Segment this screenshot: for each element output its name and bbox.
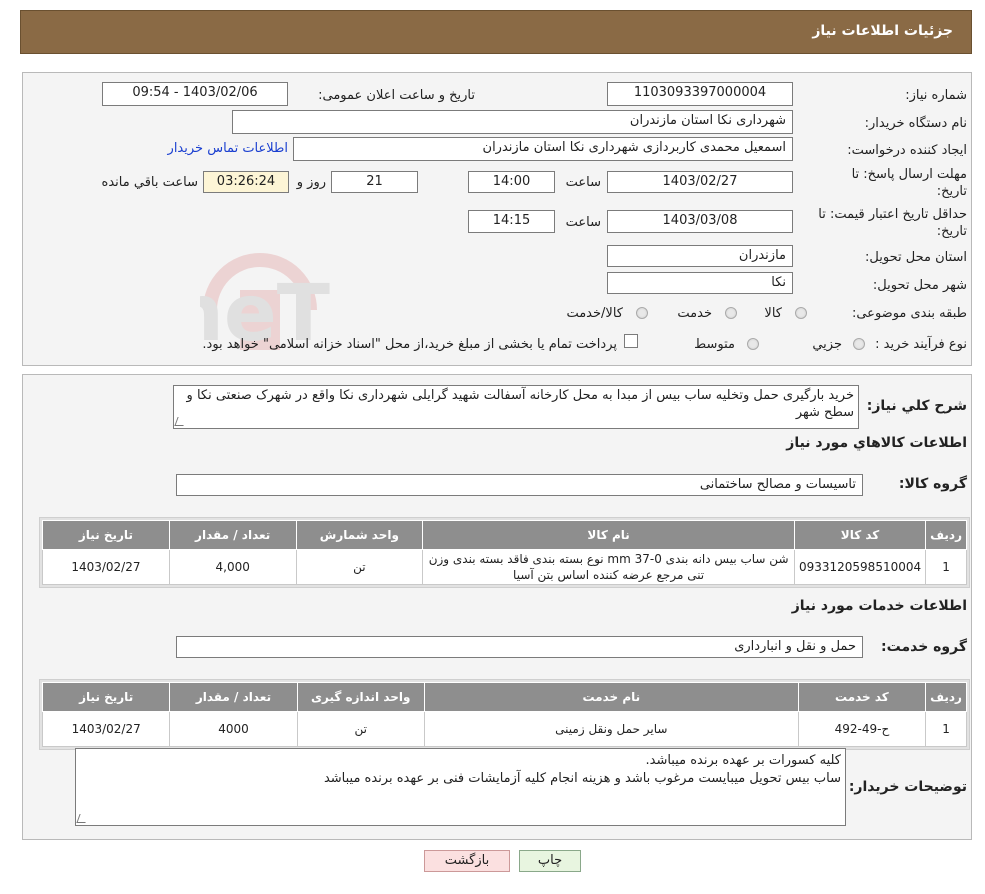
category-radio-goods[interactable] [795,307,807,319]
creator-label: ایجاد کننده درخواست: [847,143,967,158]
cell-row: 1 [925,549,967,585]
table-row: 1 ح-49-492 سایر حمل ونقل زمینی تن 4000 1… [41,711,967,747]
remaining-time-field: 03:26:24 [203,171,289,193]
creator-field: اسمعیل محمدی کاربردازی شهرداری نکا استان… [293,137,793,161]
description-field: خرید بارگیری حمل وتخلیه ساب بیس از مبدا … [173,385,859,429]
col-qty: تعداد / مقدار [168,520,297,550]
col-date: تاریخ نیاز [41,682,171,712]
process-radio-minor[interactable] [853,338,865,350]
col-name: نام کالا [422,520,795,550]
resize-handle[interactable] [76,814,89,823]
col-qty: تعداد / مقدار [169,682,298,712]
validity-label: حداقل تاریخ اعتبار قیمت: تا [818,207,967,222]
buyer-notes-field: کلیه کسورات بر عهده برنده میباشد. ساب بی… [75,748,846,826]
cell-date: 1403/02/27 [42,549,170,585]
announce-field: 1403/02/06 - 09:54 [102,82,288,106]
services-table: رديف کد خدمت نام خدمت واحد اندازه گیری ت… [41,682,967,747]
category-option-service: خدمت [677,306,712,321]
cell-unit: تن [296,711,425,747]
col-date: تاریخ نیاز [42,520,170,550]
description-label: شرح کلي نياز: [866,398,967,414]
treasury-checkbox[interactable] [624,334,638,348]
remaining-label: ساعت باقي مانده [101,175,198,190]
col-code: کد کالا [793,520,927,550]
buyer-org-field: شهرداری نکا استان مازندران [232,110,793,134]
validity-time-label: ساعت [565,215,601,230]
buyer-org-label: نام دستگاه خریدار: [864,116,967,131]
goods-section-title: اطلاعات کالاهاي مورد نياز [786,435,967,451]
process-option-medium: متوسط [694,337,735,352]
announce-label: تاریخ و ساعت اعلان عمومی: [318,88,475,103]
cell-name: شن ساب بیس دانه بندی mm 37-0 نوع بسته بن… [422,549,795,585]
city-label: شهر محل تحویل: [872,278,967,293]
buyer-notes-line-2: ساب بیس تحویل میبایست مرغوب باشد و هزینه… [323,771,841,786]
process-note: پرداخت تمام یا بخشی از مبلغ خرید،از محل … [202,337,617,352]
goods-table-wrap: رديف کد کالا نام کالا واحد شمارش تعداد /… [39,517,970,588]
services-section-title: اطلاعات خدمات مورد نياز [791,598,967,614]
page-title: جزئیات اطلاعات نیاز [812,23,953,39]
services-table-header: رديف کد خدمت نام خدمت واحد اندازه گیری ت… [41,682,967,712]
validity-date-field: 1403/03/08 [607,210,793,233]
cell-qty: 4,000 [168,549,297,585]
process-label: نوع فرآیند خرید : [875,337,967,352]
col-unit: واحد شمارش [295,520,424,550]
buyer-notes-label: توضیحات خریدار: [848,779,967,795]
validity-label-date: تاریخ: [936,224,967,239]
category-option-both: کالا/خدمت [566,306,623,321]
cell-code: 0933120598510004 [793,549,927,585]
col-row: رديف [925,682,967,712]
back-button[interactable]: بازگشت [424,850,510,872]
col-unit: واحد اندازه گیری [296,682,425,712]
services-group-label: گروه خدمت: [881,639,967,655]
resize-handle[interactable] [174,417,187,426]
col-code: کد خدمت [797,682,927,712]
deadline-label: مهلت ارسال پاسخ: تا [851,167,967,182]
cell-qty: 4000 [169,711,298,747]
province-label: استان محل تحویل: [865,250,967,265]
category-label: طبقه بندی موضوعی: [851,306,967,321]
services-group-field: حمل و نقل و انبارداری [176,636,863,658]
process-radio-medium[interactable] [747,338,759,350]
cell-code: ح-49-492 [797,711,927,747]
city-field: نکا [607,272,793,294]
deadline-date-field: 1403/02/27 [607,171,793,193]
cell-unit: تن [295,549,424,585]
deadline-label-date: تاریخ: [936,184,967,199]
days-field: 21 [331,171,418,193]
col-name: نام خدمت [423,682,799,712]
buyer-notes-line-1: کلیه کسورات بر عهده برنده میباشد. [645,753,841,768]
services-table-wrap: رديف کد خدمت نام خدمت واحد اندازه گیری ت… [39,679,970,750]
category-radio-service[interactable] [725,307,737,319]
col-row: رديف [925,520,967,550]
print-button[interactable]: چاپ [519,850,581,872]
validity-time-field: 14:15 [468,210,555,233]
goods-group-label: گروه کالا: [898,476,967,492]
deadline-time-label: ساعت [565,175,601,190]
goods-table: رديف کد کالا نام کالا واحد شمارش تعداد /… [42,520,967,585]
deadline-time-field: 14:00 [468,171,555,193]
days-label: روز و [296,175,326,190]
table-row: 1 0933120598510004 شن ساب بیس دانه بندی … [42,549,967,585]
need-number-field: 1103093397000004 [607,82,793,106]
process-option-minor: جزیي [812,337,842,352]
cell-name: سایر حمل ونقل زمینی [423,711,799,747]
need-number-label: شماره نیاز: [905,88,967,103]
category-option-goods: کالا [764,306,782,321]
description-text: خرید بارگیری حمل وتخلیه ساب بیس از مبدا … [186,388,854,420]
cell-row: 1 [925,711,967,747]
category-radio-both[interactable] [636,307,648,319]
province-field: مازندران [607,245,793,267]
goods-group-field: تاسیسات و مصالح ساختمانی [176,474,863,496]
goods-table-header: رديف کد کالا نام کالا واحد شمارش تعداد /… [42,520,967,550]
buyer-contact-link[interactable]: اطلاعات تماس خریدار [168,141,288,156]
page-header: جزئیات اطلاعات نیاز [20,10,972,54]
cell-date: 1403/02/27 [41,711,171,747]
